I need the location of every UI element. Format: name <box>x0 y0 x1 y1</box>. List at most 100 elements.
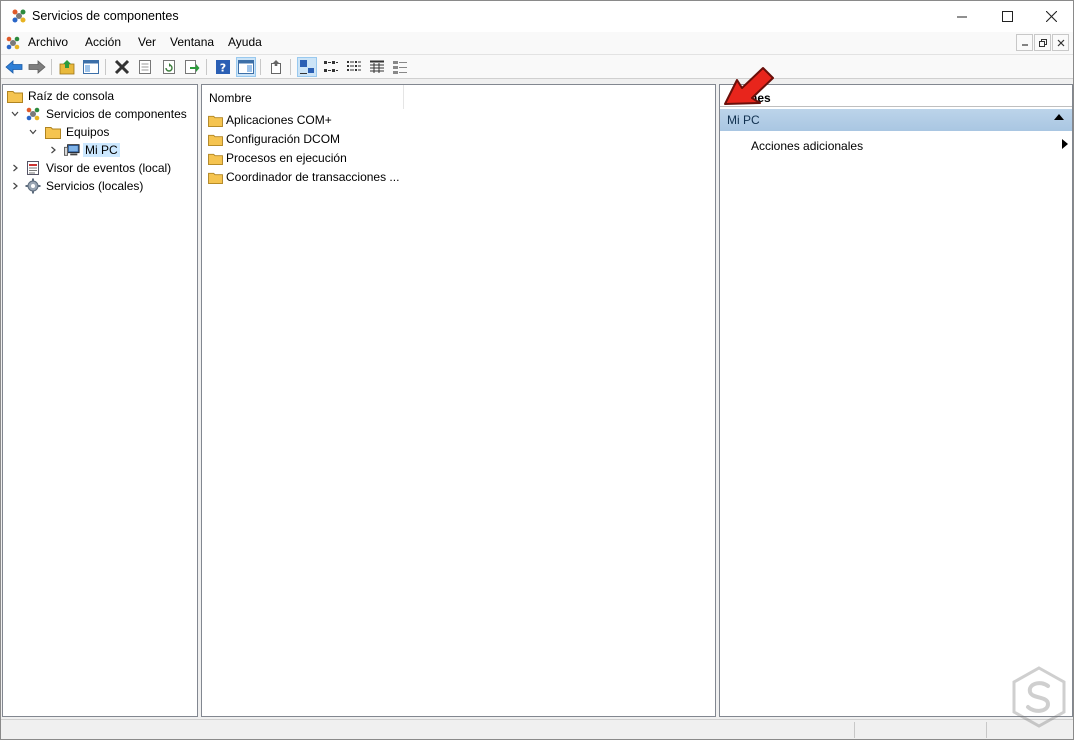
menu-ver[interactable]: Ver <box>138 35 156 49</box>
toolbar-separator <box>206 59 207 75</box>
mdi-minimize-button[interactable] <box>1016 34 1033 51</box>
new-window-icon <box>271 60 281 74</box>
maximize-icon <box>1001 11 1013 22</box>
actions-section-mi-pc[interactable]: Mi PC <box>720 109 1072 131</box>
console-icon[interactable] <box>5 35 21 51</box>
mdi-close-button[interactable] <box>1052 34 1069 51</box>
small-icons-view-icon <box>324 61 338 72</box>
customize-view-button[interactable] <box>390 57 410 77</box>
tree-item-component-services[interactable]: Servicios de componentes <box>9 105 189 123</box>
small-icons-view-button[interactable] <box>321 57 341 77</box>
event-viewer-icon <box>25 160 41 176</box>
show-hide-tree-button[interactable] <box>81 57 101 77</box>
folder-icon <box>208 112 224 128</box>
app-window: Servicios de componentes Archivo Acción … <box>0 0 1074 740</box>
title-bar[interactable]: Servicios de componentes <box>1 1 1073 32</box>
tree-item-label: Visor de eventos (local) <box>46 161 172 175</box>
chevron-down-icon[interactable] <box>9 108 21 120</box>
tree-item-label: Mi PC <box>83 143 120 157</box>
tree-item-equipos[interactable]: Equipos <box>27 123 111 141</box>
minimize-button[interactable] <box>939 1 985 32</box>
up-level-button[interactable] <box>57 57 77 77</box>
computer-icon <box>64 142 80 158</box>
show-hide-action-pane-button[interactable] <box>236 57 256 77</box>
column-header-nombre[interactable]: Nombre <box>202 85 404 109</box>
tree-item-mi-pc[interactable]: Mi PC <box>47 141 120 159</box>
refresh-button[interactable] <box>159 57 179 77</box>
watermark-logo-icon <box>1012 666 1066 728</box>
export-icon <box>185 60 200 74</box>
tree-item-services[interactable]: Servicios (locales) <box>9 177 145 195</box>
list-item[interactable]: Procesos en ejecución <box>208 149 347 167</box>
properties-button[interactable] <box>135 57 155 77</box>
maximize-button[interactable] <box>984 1 1030 32</box>
forward-arrow-icon <box>28 60 46 74</box>
submenu-arrow-icon <box>1062 139 1068 152</box>
console-tree-pane[interactable]: Raíz de consola Servicios de componentes… <box>2 84 198 717</box>
close-button[interactable] <box>1028 1 1073 32</box>
collapse-triangle-icon[interactable] <box>1054 113 1064 124</box>
services-gear-icon <box>25 178 41 194</box>
tree-item-event-viewer[interactable]: Visor de eventos (local) <box>9 159 173 177</box>
toolbar-separator <box>51 59 52 75</box>
new-window-button[interactable] <box>266 57 286 77</box>
result-list-pane[interactable]: Nombre Aplicaciones COM+ Configuración D… <box>201 84 716 717</box>
list-item[interactable]: Aplicaciones COM+ <box>208 111 332 129</box>
list-view-button[interactable] <box>344 57 364 77</box>
menu-archivo[interactable]: Archivo <box>28 35 68 49</box>
annotation-arrow-icon <box>724 67 774 105</box>
tree-item-label: Equipos <box>66 125 110 139</box>
large-icons-view-button[interactable] <box>297 57 317 77</box>
chevron-right-icon[interactable] <box>9 162 21 174</box>
customize-view-icon <box>393 61 407 74</box>
help-icon: ? <box>216 60 230 75</box>
status-bar <box>1 719 1073 739</box>
folder-icon <box>208 131 224 147</box>
list-item[interactable]: Coordinador de transacciones ... <box>208 168 399 186</box>
list-item-label: Coordinador de transacciones ... <box>226 170 400 184</box>
actions-section-label: Mi PC <box>727 113 760 127</box>
status-divider <box>986 722 987 738</box>
component-services-icon <box>12 9 26 23</box>
restore-icon <box>1038 38 1047 47</box>
delete-button[interactable] <box>112 57 132 77</box>
close-icon <box>1045 11 1057 22</box>
folder-icon <box>7 88 23 104</box>
menu-ventana[interactable]: Ventana <box>170 35 214 49</box>
close-icon <box>1057 39 1064 46</box>
more-actions-item[interactable]: Acciones adicionales <box>751 138 1072 156</box>
list-item-label: Procesos en ejecución <box>226 151 347 165</box>
mdi-restore-button[interactable] <box>1034 34 1051 51</box>
list-item-label: Aplicaciones COM+ <box>226 113 332 127</box>
forward-button[interactable] <box>27 57 47 77</box>
menu-accion[interactable]: Acción <box>85 35 121 49</box>
action-pane-icon <box>238 60 254 74</box>
details-view-button[interactable] <box>367 57 387 77</box>
tree-item-label: Servicios de componentes <box>46 107 187 121</box>
export-list-button[interactable] <box>182 57 202 77</box>
properties-icon <box>139 60 151 74</box>
tree-item-root[interactable]: Raíz de consola <box>7 87 116 105</box>
tree-item-label: Servicios (locales) <box>46 179 144 193</box>
menu-bar: Archivo Acción Ver Ventana Ayuda <box>1 32 1073 54</box>
folder-icon <box>208 169 224 185</box>
chevron-right-icon[interactable] <box>47 144 59 156</box>
chevron-right-icon[interactable] <box>9 180 21 192</box>
component-services-icon <box>25 106 41 122</box>
list-item[interactable]: Configuración DCOM <box>208 130 340 148</box>
help-button[interactable]: ? <box>213 57 233 77</box>
toolbar: ? <box>1 54 1073 79</box>
list-view-icon <box>347 61 361 71</box>
details-view-icon <box>370 60 384 73</box>
refresh-icon <box>163 60 175 74</box>
tree-item-label: Raíz de consola <box>28 89 115 103</box>
folder-up-icon <box>59 60 75 75</box>
back-button[interactable] <box>4 57 24 77</box>
menu-ayuda[interactable]: Ayuda <box>228 35 262 49</box>
back-arrow-icon <box>5 60 23 74</box>
chevron-down-icon[interactable] <box>27 126 39 138</box>
console-tree-icon <box>83 60 99 74</box>
more-actions-label: Acciones adicionales <box>751 139 864 153</box>
column-header-label: Nombre <box>209 91 252 105</box>
large-icons-view-icon <box>300 60 314 74</box>
